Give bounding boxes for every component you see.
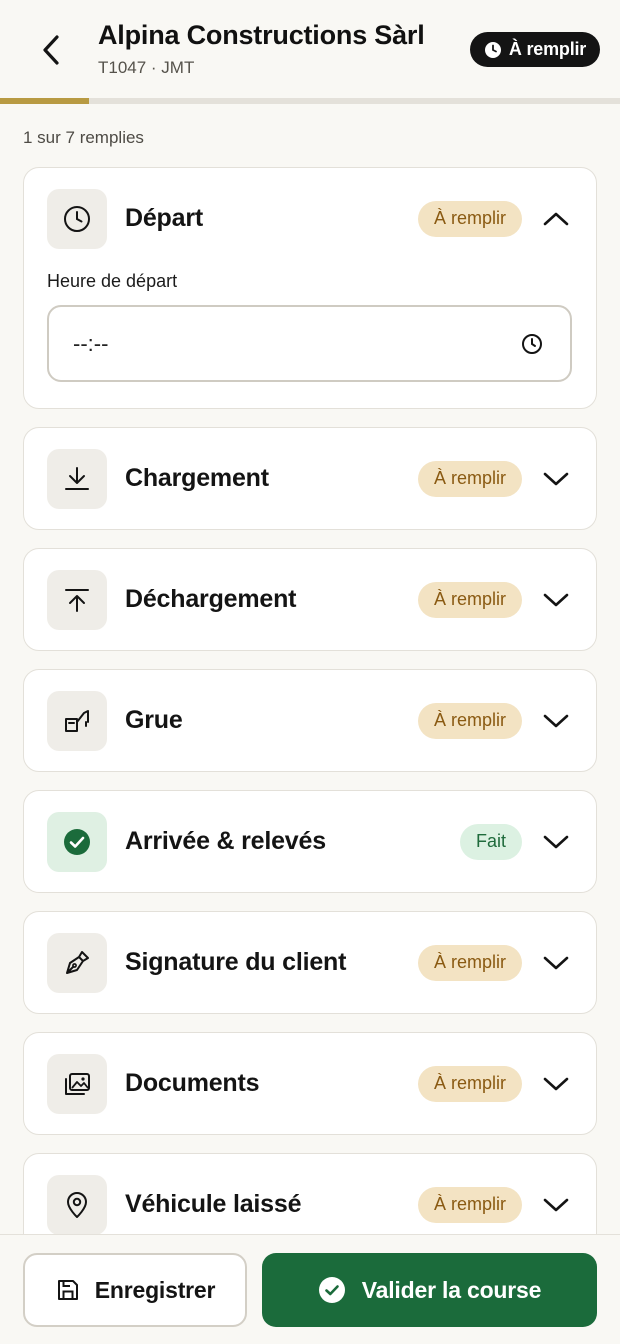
chevron-down-icon[interactable] (542, 1191, 570, 1219)
section-status-badge: À remplir (417, 1186, 522, 1223)
section-status-badge: À remplir (417, 944, 522, 981)
section-icon-box (47, 1174, 107, 1235)
completion-count: 1 sur 7 remplies (23, 128, 144, 147)
chevron-up-icon[interactable] (542, 205, 570, 233)
clock-filled-icon (484, 41, 501, 58)
clock-icon (64, 205, 90, 232)
save-button[interactable]: Enregistrer (23, 1253, 247, 1327)
section-title: Départ (125, 204, 203, 232)
section-card-arrivee: Arrivée & relevés Fait (23, 790, 597, 893)
status-badge: À remplir (470, 32, 600, 67)
section-header-documents[interactable]: Documents À remplir (24, 1033, 596, 1134)
section-card-signature: Signature du client À remplir (23, 911, 597, 1014)
app-header: Alpina Constructions Sàrl T1047 · JMT À … (0, 0, 620, 98)
section-card-documents: Documents À remplir (23, 1032, 597, 1135)
progress-bar-fill (0, 98, 89, 104)
section-card-dechargement: Déchargement À remplir (23, 548, 597, 651)
section-icon-box (47, 188, 107, 249)
save-button-label: Enregistrer (94, 1276, 216, 1303)
check-circle-icon (318, 1277, 345, 1303)
section-header-chargement[interactable]: Chargement À remplir (24, 428, 596, 529)
section-status-badge: À remplir (417, 581, 522, 618)
departure-time-label: Heure de départ (47, 271, 178, 291)
section-status-badge: À remplir (417, 460, 522, 497)
chevron-down-icon[interactable] (542, 586, 570, 614)
section-title: Signature du client (125, 948, 347, 976)
departure-time-value: --:-- (73, 330, 109, 356)
section-body-depart: Heure de départ --:-- (24, 269, 596, 408)
section-header-arrivee[interactable]: Arrivée & relevés Fait (24, 791, 596, 892)
chevron-down-icon[interactable] (542, 949, 570, 977)
chevron-down-icon[interactable] (542, 465, 570, 493)
progress-bar (0, 98, 620, 104)
upload-icon (65, 588, 89, 612)
section-title: Chargement (125, 464, 269, 492)
section-title: Grue (125, 706, 183, 734)
section-card-chargement: Chargement À remplir (23, 427, 597, 530)
section-title: Arrivée & relevés (125, 827, 326, 855)
section-header-dechargement[interactable]: Déchargement À remplir (24, 549, 596, 650)
section-title: Documents (125, 1069, 260, 1097)
section-status-badge: Fait (459, 823, 522, 860)
section-icon-box (47, 690, 107, 751)
validate-button[interactable]: Valider la course (262, 1253, 597, 1327)
section-header-signature[interactable]: Signature du client À remplir (24, 912, 596, 1013)
map-pin-icon (67, 1191, 87, 1218)
section-icon-box (47, 932, 107, 993)
section-title: Véhicule laissé (125, 1190, 302, 1218)
section-status-badge: À remplir (417, 702, 522, 739)
crane-icon (65, 709, 89, 732)
section-status-badge: À remplir (417, 1065, 522, 1102)
departure-time-input[interactable]: --:-- (47, 305, 572, 382)
chevron-down-icon[interactable] (542, 1070, 570, 1098)
download-icon (65, 466, 89, 490)
section-header-depart[interactable]: Départ À remplir (24, 168, 596, 269)
section-header-grue[interactable]: Grue À remplir (24, 670, 596, 771)
check-circle-icon (64, 828, 90, 855)
section-status-badge: À remplir (417, 200, 522, 237)
chevron-down-icon[interactable] (542, 828, 570, 856)
save-icon (57, 1280, 78, 1300)
chevron-down-icon[interactable] (542, 707, 570, 735)
validate-button-label: Valider la course (361, 1276, 542, 1303)
section-icon-box (47, 448, 107, 509)
page-subtitle: T1047 · JMT (98, 58, 195, 77)
section-card-depart: Départ À remplir Heure de départ --:-- (23, 167, 597, 409)
clock-picker-icon[interactable] (520, 332, 544, 356)
section-list: Départ À remplir Heure de départ --:-- C… (23, 167, 597, 1274)
action-footer: Enregistrer Valider la course (0, 1234, 620, 1344)
pen-icon (66, 950, 89, 974)
status-badge-label: À remplir (508, 39, 587, 59)
section-title: Déchargement (125, 585, 297, 613)
section-card-grue: Grue À remplir (23, 669, 597, 772)
section-icon-box (47, 811, 107, 872)
back-button[interactable] (34, 28, 68, 72)
chevron-left-icon (43, 35, 59, 65)
page-title: Alpina Constructions Sàrl (98, 20, 425, 50)
images-icon (65, 1072, 90, 1095)
section-icon-box (47, 1053, 107, 1114)
section-icon-box (47, 569, 107, 630)
